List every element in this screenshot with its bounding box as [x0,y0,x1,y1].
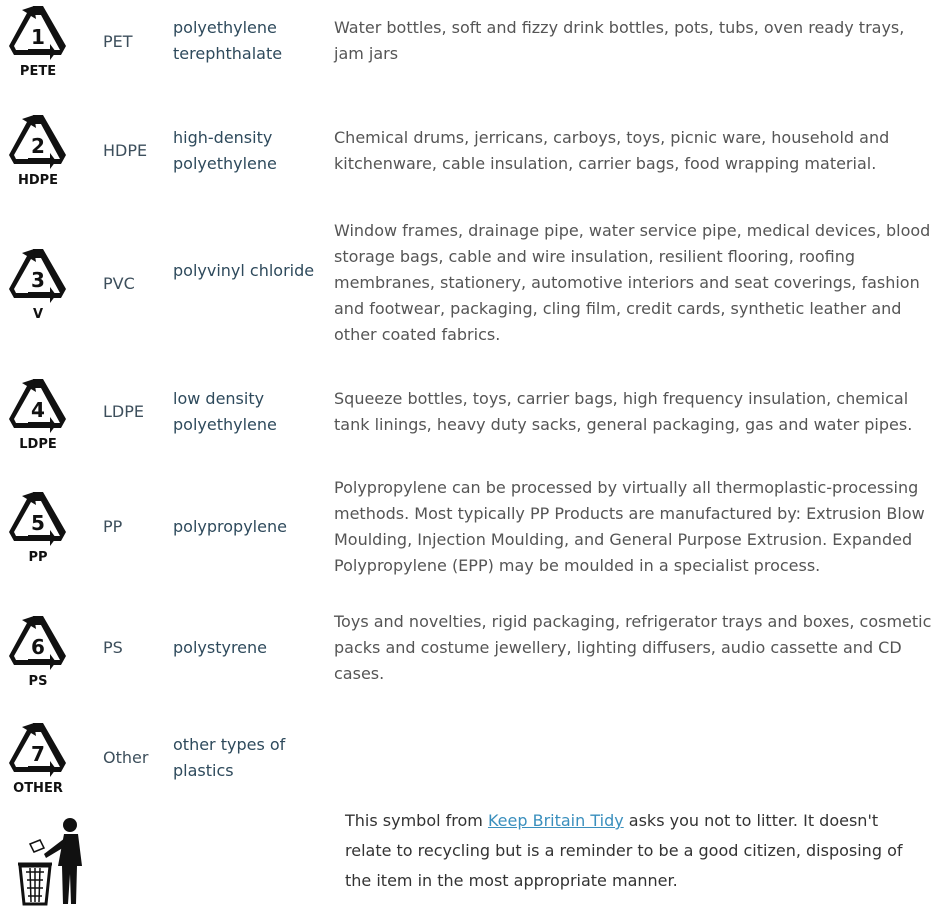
recycling-number: 4 [31,398,45,422]
litter-text-before: This symbol from [345,811,488,830]
recycling-code-label: HDPE [18,173,58,188]
plastic-name: polystyrene [173,638,267,657]
recycling-code-label: LDPE [19,437,56,452]
plastic-abbreviation: Other [103,748,149,767]
recycling-number: 6 [31,635,45,659]
recycling-number: 7 [31,742,45,766]
recycling-code-2-icon: 2 HDPE [6,108,70,188]
recycling-number: 2 [31,134,45,158]
recycling-code-3-icon: 3 V [6,242,70,322]
recycling-code-label: V [33,307,43,322]
recycling-code-label: PS [29,674,48,689]
plastic-name: low density polyethylene [173,389,277,434]
plastic-uses: Window frames, drainage pipe, water serv… [334,221,931,344]
plastic-uses: Squeeze bottles, toys, carrier bags, hig… [334,389,913,434]
recycling-code-4-icon: 4 LDPE [6,372,70,452]
recycling-code-7-icon: 7 OTHER [6,716,70,796]
plastic-abbreviation: LDPE [103,402,144,421]
tidyman-litter-icon [14,816,90,908]
recycling-code-label: PETE [20,64,56,78]
plastic-uses: Water bottles, soft and fizzy drink bott… [334,18,905,63]
recycling-number: 3 [31,268,45,292]
plastic-name: high-density polyethylene [173,128,277,173]
recycling-number: 5 [31,511,45,535]
plastic-name: other types of plastics [173,735,286,780]
plastic-uses: Toys and novelties, rigid packaging, ref… [334,612,932,683]
plastic-uses: Polypropylene can be processed by virtua… [334,478,925,575]
recycling-code-label: OTHER [13,781,63,796]
recycling-number: 1 [31,25,45,49]
plastic-name: polypropylene [173,517,287,536]
plastic-abbreviation: PP [103,517,123,536]
plastic-uses: Chemical drums, jerricans, carboys, toys… [334,128,890,173]
plastic-name: polyethylene terephthalate [173,18,283,63]
plastic-abbreviation: HDPE [103,141,148,160]
plastic-name: polyvinyl chloride [173,261,315,280]
keep-britain-tidy-link[interactable]: Keep Britain Tidy [488,811,624,830]
plastic-abbreviation: PVC [103,274,135,293]
recycling-code-6-icon: 6 PS [6,609,70,689]
plastic-abbreviation: PS [103,638,123,657]
litter-description: This symbol from Keep Britain Tidy asks … [345,806,905,896]
recycling-code-5-icon: 5 PP [6,485,70,565]
recycling-code-1-icon: 1 PETE [6,0,70,78]
plastic-abbreviation: PET [103,32,133,51]
recycling-code-label: PP [28,550,47,565]
